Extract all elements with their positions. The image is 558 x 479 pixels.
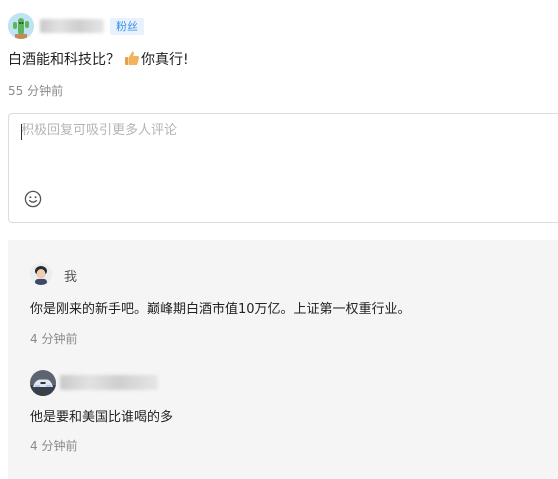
reply-avatar-me[interactable] bbox=[30, 263, 52, 285]
thumbs-up-icon bbox=[124, 50, 140, 66]
comment-text-part2: 你真行! bbox=[141, 52, 189, 68]
comment-text: 白酒能和科技比？ 你真行! bbox=[8, 49, 189, 69]
reply-text: 他是要和美国比谁喝的多 bbox=[30, 410, 174, 425]
cactus-avatar-icon bbox=[8, 13, 34, 39]
car-avatar-icon bbox=[30, 370, 56, 396]
reply-username-blurred[interactable] bbox=[60, 375, 158, 390]
comment-time: 55 分钟前 bbox=[8, 84, 64, 98]
comment-text-part1: 白酒能和科技比？ bbox=[8, 52, 120, 68]
reply-box[interactable] bbox=[8, 113, 558, 223]
reply-time: 4 分钟前 bbox=[30, 439, 78, 453]
person-avatar-icon bbox=[30, 263, 52, 285]
reply-input[interactable] bbox=[21, 123, 541, 138]
reply-time: 4 分钟前 bbox=[30, 332, 78, 346]
commenter-name-blurred[interactable] bbox=[40, 19, 104, 33]
reply-text: 你是刚来的新手吧。巅峰期白酒市值10万亿。上证第一权重行业。 bbox=[30, 302, 411, 317]
reply-username[interactable]: 我 bbox=[64, 266, 77, 285]
reply-avatar-2[interactable] bbox=[30, 370, 56, 396]
fan-badge: 粉丝 bbox=[110, 18, 144, 35]
text-cursor bbox=[21, 124, 22, 140]
smiley-icon[interactable] bbox=[24, 190, 42, 208]
commenter-avatar[interactable] bbox=[8, 13, 34, 39]
reply-thread: 我 你是刚来的新手吧。巅峰期白酒市值10万亿。上证第一权重行业。 4 分钟前 他… bbox=[8, 240, 558, 479]
